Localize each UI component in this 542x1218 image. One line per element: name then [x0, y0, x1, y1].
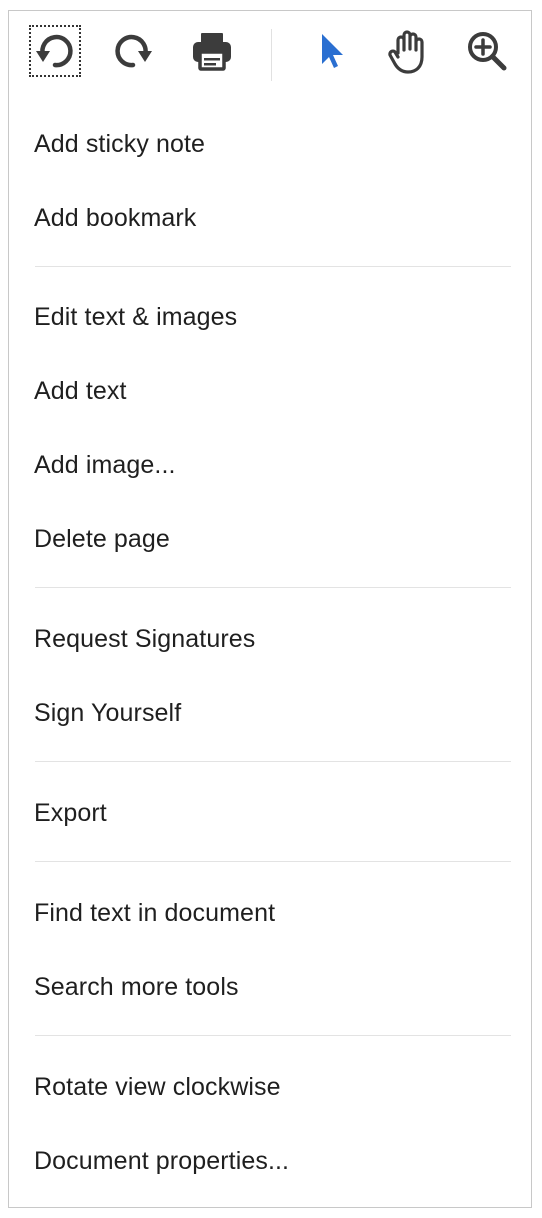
select-tool-button[interactable] [305, 25, 357, 77]
zoom-in-icon [468, 32, 507, 71]
menu-item-label: Add text [34, 376, 127, 405]
cursor-arrow-icon [322, 34, 343, 68]
menu-item-label: Sign Yourself [34, 698, 182, 727]
menu-item-delete-page[interactable]: Delete page [9, 509, 531, 569]
menu-item-label: Add bookmark [34, 203, 197, 232]
context-menu: Add sticky note Add bookmark Edit text &… [8, 10, 532, 1208]
menu-item-add-text[interactable]: Add text [9, 361, 531, 421]
pan-tool-button[interactable] [383, 25, 435, 77]
menu-item-label: Edit text & images [34, 302, 238, 331]
quick-toolbar [9, 11, 531, 97]
menu-item-label: Add image... [34, 450, 176, 479]
menu-item-find-text[interactable]: Find text in document [9, 883, 531, 943]
menu-item-label: Request Signatures [34, 624, 256, 653]
menu-separator [35, 1035, 511, 1036]
menu-item-export[interactable]: Export [9, 783, 531, 843]
menu-item-label: Delete page [34, 524, 170, 553]
menu-item-request-signatures[interactable]: Request Signatures [9, 609, 531, 669]
undo-button[interactable] [29, 25, 81, 77]
print-icon [193, 33, 231, 71]
print-button[interactable] [186, 25, 238, 77]
menu-item-sign-yourself[interactable]: Sign Yourself [9, 683, 531, 743]
undo-icon [36, 34, 73, 68]
menu-item-label: Find text in document [34, 898, 276, 927]
menu-item-label: Search more tools [34, 972, 239, 1001]
menu-item-label: Add sticky note [34, 129, 206, 158]
menu-item-add-image[interactable]: Add image... [9, 435, 531, 495]
zoom-in-button[interactable] [461, 25, 513, 77]
menu-item-label: Export [34, 798, 107, 827]
menu-item-add-bookmark[interactable]: Add bookmark [9, 188, 531, 248]
menu-item-label: Document properties... [34, 1146, 290, 1175]
redo-icon [115, 34, 152, 68]
menu-item-edit-text-images[interactable]: Edit text & images [9, 287, 531, 347]
toolbar-divider [271, 29, 272, 81]
menu-separator [35, 587, 511, 588]
menu-separator [35, 761, 511, 762]
hand-icon [388, 30, 424, 74]
menu-item-search-more-tools[interactable]: Search more tools [9, 957, 531, 1017]
menu-item-label: Rotate view clockwise [34, 1072, 281, 1101]
redo-button[interactable] [107, 25, 159, 77]
menu-separator [35, 861, 511, 862]
menu-item-add-sticky-note[interactable]: Add sticky note [9, 114, 531, 174]
menu-item-document-properties[interactable]: Document properties... [9, 1131, 531, 1191]
menu-separator [35, 266, 511, 267]
menu-item-rotate-view-clockwise[interactable]: Rotate view clockwise [9, 1057, 531, 1117]
